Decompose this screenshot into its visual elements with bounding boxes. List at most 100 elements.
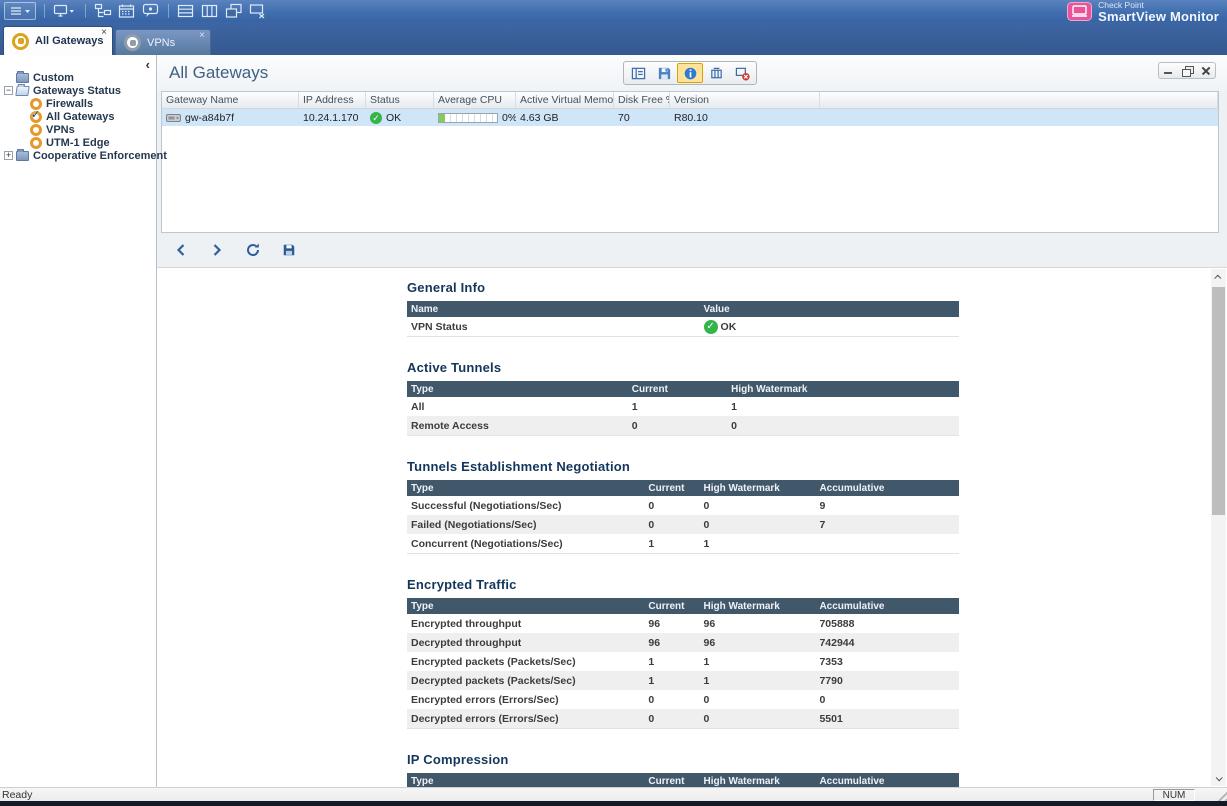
checkpoint-logo-icon	[1067, 2, 1092, 21]
detail-column-header: High Watermark	[700, 483, 816, 494]
message-bubble-icon[interactable]	[142, 2, 160, 20]
resize-grip[interactable]	[1214, 788, 1227, 801]
sidebar: ‹ Custom−Gateways StatusFirewallsAll Gat…	[0, 55, 157, 787]
sidebar-item-custom[interactable]: Custom	[0, 71, 156, 84]
detail-table-row: Decrypted errors (Errors/Sec)005501	[407, 709, 959, 728]
sidebar-item-utm-1-edge[interactable]: UTM-1 Edge	[0, 136, 156, 149]
detail-column-header: Current	[628, 384, 727, 395]
gateway-cpu-cell: 0%	[434, 109, 516, 126]
tab-all-gateways[interactable]: All Gateways ×	[3, 26, 113, 55]
save-report-button[interactable]	[279, 240, 299, 260]
detail-table: NameValueVPN Status✓OK	[407, 301, 959, 337]
sidebar-item-cooperative-enforcement[interactable]: +Cooperative Enforcement	[0, 149, 156, 162]
details-view-button[interactable]	[625, 63, 651, 83]
main-panel: All Gateways	[157, 55, 1227, 787]
scrollbar-thumb[interactable]	[1212, 287, 1225, 515]
detail-cell: 0	[644, 713, 699, 725]
calendar-icon[interactable]	[118, 2, 136, 20]
detail-cell: Concurrent (Negotiations/Sec)	[407, 538, 644, 550]
detail-cell: 7353	[815, 656, 959, 668]
detail-cell: 0	[628, 420, 727, 432]
sidebar-item-label: Cooperative Enforcement	[33, 150, 167, 162]
vertical-scrollbar[interactable]	[1211, 269, 1226, 786]
scroll-up-icon[interactable]	[1211, 269, 1226, 285]
detail-column-header: Type	[407, 776, 644, 787]
column-header-disk-free[interactable]: Disk Free %	[614, 92, 670, 109]
cpu-percent: 0%	[502, 112, 516, 124]
save-button[interactable]	[651, 63, 677, 83]
main-menu-icon[interactable]	[4, 2, 36, 20]
tab-close-icon[interactable]: ×	[199, 31, 205, 41]
folder-open-icon	[15, 86, 29, 96]
detail-cell: 1	[644, 656, 699, 668]
detail-table-header-row: TypeCurrentHigh Watermark	[407, 381, 959, 397]
detail-column-header: High Watermark	[700, 601, 816, 612]
tree-expander-icon[interactable]: +	[4, 151, 13, 160]
detail-cell: 0	[644, 500, 699, 512]
gateway-row-selected[interactable]: gw-a84b7f 10.24.1.170 ✓ OK 0% 4.63 GB 70…	[162, 109, 1218, 126]
column-header-version[interactable]: Version	[670, 92, 820, 109]
toolbar-separator	[44, 4, 45, 18]
refresh-button[interactable]	[243, 240, 263, 260]
detail-cell: 0	[700, 519, 816, 531]
detail-table: TypeCurrentHigh WatermarkAccumulativeEnc…	[407, 598, 959, 729]
sidebar-item-firewalls[interactable]: Firewalls	[0, 97, 156, 110]
scroll-down-icon[interactable]	[1211, 770, 1226, 786]
status-ready-text: Ready	[0, 789, 32, 801]
sidebar-item-vpns[interactable]: VPNs	[0, 123, 156, 136]
detail-cell: 1	[628, 401, 727, 413]
detail-column-header: Accumulative	[815, 483, 959, 494]
detail-cell: 0	[644, 694, 699, 706]
detail-table-header-row: TypeCurrentHigh WatermarkAccumulative	[407, 480, 959, 496]
cascade-windows-icon[interactable]	[225, 2, 243, 20]
back-button[interactable]	[171, 240, 191, 260]
gateway-filler-cell	[820, 109, 1218, 126]
forward-button[interactable]	[207, 240, 227, 260]
tabstrip: All Gateways × VPNs ×	[0, 22, 1227, 55]
detail-cell: Encrypted errors (Errors/Sec)	[407, 694, 644, 706]
close-window-icon[interactable]	[249, 2, 267, 20]
detail-table-row: Successful (Negotiations/Sec)009	[407, 496, 959, 515]
rows-view-icon[interactable]	[177, 2, 195, 20]
detail-cell: Decrypted errors (Errors/Sec)	[407, 713, 644, 725]
column-header-active-virtual-memory[interactable]: Active Virtual Memory	[516, 92, 614, 109]
detail-column-header: Type	[407, 601, 644, 612]
column-header-average-cpu[interactable]: Average CPU	[434, 92, 516, 109]
detail-column-header: Type	[407, 384, 628, 395]
column-header-status[interactable]: Status	[366, 92, 434, 109]
gateway-package-button[interactable]	[703, 63, 729, 83]
detail-table-header-row: TypeCurrentHigh WatermarkAccumulative	[407, 773, 959, 787]
detail-cell: Remote Access	[407, 420, 628, 432]
section-title: Tunnels Establishment Negotiation	[407, 459, 959, 474]
minimize-button[interactable]	[1161, 65, 1175, 77]
detail-cell: VPN Status	[407, 321, 700, 333]
gateway-ring-icon	[12, 33, 29, 50]
sidebar-item-gateways-status[interactable]: −Gateways Status	[0, 84, 156, 97]
restore-button[interactable]	[1180, 65, 1194, 77]
detail-cell: Encrypted packets (Packets/Sec)	[407, 656, 644, 668]
column-header-ip-address[interactable]: IP Address	[299, 92, 366, 109]
monitor-dropdown-icon[interactable]	[53, 2, 77, 20]
detail-table-row: Decrypted throughput9696742944	[407, 633, 959, 652]
close-button[interactable]	[1199, 65, 1213, 77]
disconnect-button[interactable]	[729, 63, 755, 83]
sidebar-collapse-icon[interactable]: ‹	[146, 59, 150, 71]
titlebar: Check Point SmartView Monitor	[0, 0, 1227, 22]
sidebar-item-label: Firewalls	[46, 98, 93, 110]
detail-table-row: Failed (Negotiations/Sec)007	[407, 515, 959, 534]
detail-sections: General InfoNameValueVPN Status✓OKActive…	[407, 280, 959, 787]
detail-cell: 1	[700, 675, 816, 687]
gateway-name: gw-a84b7f	[185, 112, 234, 124]
tab-vpns[interactable]: VPNs ×	[115, 29, 211, 55]
sidebar-item-all-gateways[interactable]: All Gateways	[0, 110, 156, 123]
column-header-gateway-name[interactable]: Gateway Name	[162, 92, 299, 109]
hierarchy-icon[interactable]	[94, 2, 112, 20]
detail-table-row: Encrypted packets (Packets/Sec)117353	[407, 652, 959, 671]
columns-view-icon[interactable]	[201, 2, 219, 20]
tab-label: VPNs	[147, 37, 175, 49]
detail-cell: 96	[644, 618, 699, 630]
tree-expander-icon[interactable]: −	[4, 86, 13, 95]
tab-close-icon[interactable]: ×	[101, 28, 107, 38]
detail-nav-toolbar	[157, 233, 1227, 267]
info-button[interactable]	[677, 63, 703, 83]
